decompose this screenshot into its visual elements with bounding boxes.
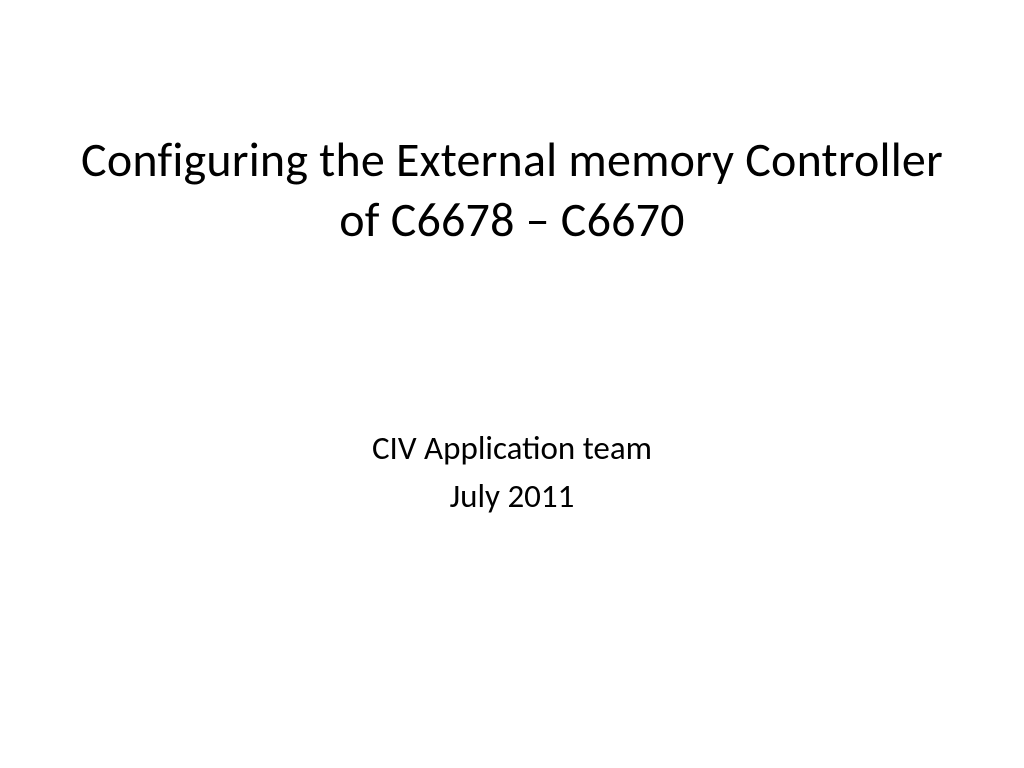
subtitle-block: CIV Application team July 2011 [372, 425, 652, 521]
subtitle-author: CIV Application team [372, 425, 652, 473]
subtitle-date: July 2011 [372, 473, 652, 521]
slide-title: Configuring the External memory Controll… [72, 130, 952, 250]
slide-container: Configuring the External memory Controll… [0, 0, 1024, 768]
